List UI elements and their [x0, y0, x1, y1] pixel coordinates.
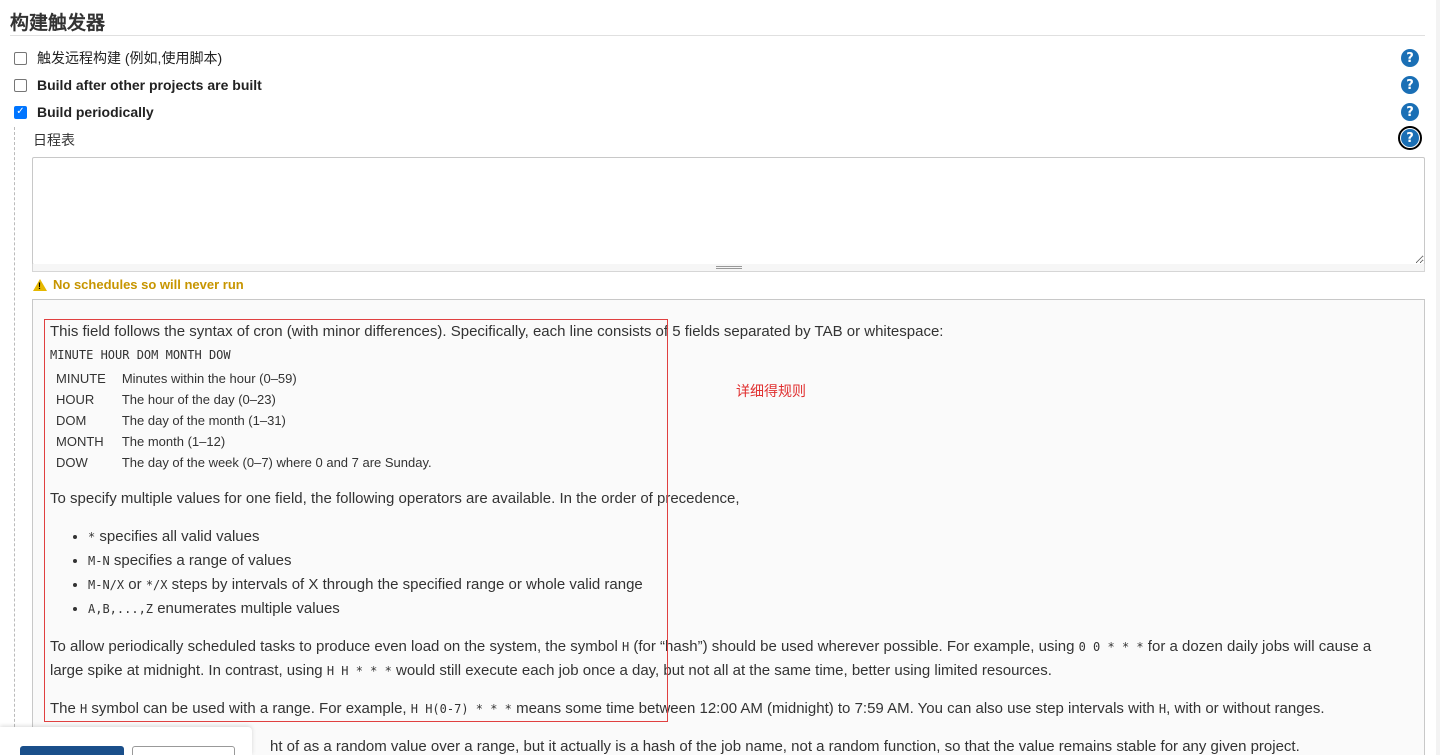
list-item: A,B,...,Z enumerates multiple values	[88, 597, 1404, 621]
code-span: H H(0-7) * * *	[410, 702, 512, 716]
question-circle-icon[interactable]: ?	[1401, 76, 1419, 94]
nested-section-guide	[14, 127, 15, 755]
operator-text: or	[124, 576, 146, 593]
scrollbar[interactable]	[1436, 0, 1440, 755]
trigger-build-periodically[interactable]: ✓ Build periodically	[14, 102, 154, 122]
list-item: M-N specifies a range of values	[88, 549, 1404, 573]
field-desc: Minutes within the hour (0–59)	[121, 371, 297, 386]
table-row: MONTH The month (1–12)	[50, 431, 442, 452]
trigger-remote-build[interactable]: 触发远程构建 (例如,使用脚本)	[14, 48, 222, 68]
trigger-build-after-other[interactable]: Build after other projects are built	[14, 75, 262, 95]
hash-paragraph: To allow periodically scheduled tasks to…	[50, 635, 1404, 683]
operator-text: steps by intervals of X through the spec…	[167, 576, 643, 593]
table-row: MINUTE Minutes within the hour (0–59)	[50, 368, 442, 389]
operator-code: */X	[145, 578, 168, 592]
operators-intro: To specify multiple values for one field…	[50, 490, 740, 507]
field-name: MINUTE	[56, 371, 106, 386]
text-span: symbol can be used with a range. For exa…	[87, 700, 411, 717]
apply-button[interactable]	[132, 746, 235, 755]
operator-text: specifies a range of values	[109, 552, 292, 569]
list-item: * specifies all valid values	[88, 525, 1404, 549]
schedule-warning-text: No schedules so will never run	[53, 277, 244, 292]
question-circle-icon[interactable]: ?	[1401, 103, 1419, 121]
schedule-warning: ! No schedules so will never run	[33, 277, 244, 292]
text-span: means some time between 12:00 AM (midnig…	[511, 700, 1159, 717]
field-name: HOUR	[56, 392, 95, 407]
text-span: (for “hash”) should be used wherever pos…	[629, 638, 1079, 655]
table-row: DOW The day of the week (0–7) where 0 an…	[50, 452, 442, 473]
code-span: 0 0 * * *	[1078, 640, 1144, 654]
field-name: MONTH	[56, 434, 104, 449]
hash-range-paragraph: The H symbol can be used with a range. F…	[50, 697, 1404, 721]
textarea-resize-handle[interactable]	[32, 264, 1425, 272]
question-circle-icon[interactable]: ?	[1401, 49, 1419, 67]
field-name: DOM	[56, 413, 87, 428]
field-desc: The day of the month (1–31)	[121, 413, 286, 428]
trigger-remote-build-label: 触发远程构建 (例如,使用脚本)	[37, 50, 223, 66]
section-title: 构建触发器	[10, 13, 106, 34]
trigger-build-periodically-label: Build periodically	[37, 104, 154, 120]
annotation-note: 详细得规则	[736, 383, 806, 399]
trigger-remote-build-checkbox[interactable]	[14, 51, 27, 65]
warning-triangle-icon: !	[33, 278, 47, 291]
operator-text: enumerates multiple values	[153, 600, 340, 617]
operators-list: * specifies all valid values M-N specifi…	[50, 525, 1404, 621]
save-button[interactable]	[20, 746, 124, 755]
field-desc: The hour of the day (0–23)	[121, 392, 276, 407]
trigger-build-after-other-checkbox[interactable]	[14, 78, 27, 92]
cron-fields-table: MINUTE Minutes within the hour (0–59) HO…	[50, 368, 442, 473]
schedule-input[interactable]	[32, 157, 1425, 265]
trigger-build-periodically-checkbox[interactable]: ✓	[14, 105, 27, 119]
operator-code: M-N/X	[88, 578, 125, 592]
text-span: would still execute each job once a day,…	[391, 662, 1052, 679]
section-divider	[10, 35, 1425, 36]
table-row: HOUR The hour of the day (0–23)	[50, 389, 442, 410]
schedule-label: 日程表	[33, 132, 75, 148]
field-desc: The day of the week (0–7) where 0 and 7 …	[121, 455, 432, 470]
help-panel: This field follows the syntax of cron (w…	[32, 299, 1425, 755]
list-item: M-N/X or */X steps by intervals of X thr…	[88, 573, 1404, 597]
operator-code: M-N	[88, 554, 110, 568]
hash-note-paragraph: ht of as a random value over a range, bu…	[270, 738, 1300, 755]
text-span: The	[50, 700, 81, 717]
help-content: This field follows the syntax of cron (w…	[50, 320, 1404, 755]
operator-code: A,B,...,Z	[88, 602, 154, 616]
field-name: DOW	[56, 455, 88, 470]
code-span: H H * * *	[326, 664, 392, 678]
text-span: To allow periodically scheduled tasks to…	[50, 638, 622, 655]
field-desc: The month (1–12)	[121, 434, 226, 449]
help-intro: This field follows the syntax of cron (w…	[50, 323, 944, 340]
cron-format: MINUTE HOUR DOM MONTH DOW	[50, 348, 231, 362]
page: 构建触发器 触发远程构建 (例如,使用脚本) ? Build after oth…	[0, 0, 1440, 755]
table-row: DOM The day of the month (1–31)	[50, 410, 442, 431]
operator-text: specifies all valid values	[95, 528, 260, 545]
trigger-build-after-other-label: Build after other projects are built	[37, 77, 262, 93]
text-span: , with or without ranges.	[1166, 700, 1325, 717]
question-circle-icon[interactable]: ?	[1398, 126, 1422, 150]
